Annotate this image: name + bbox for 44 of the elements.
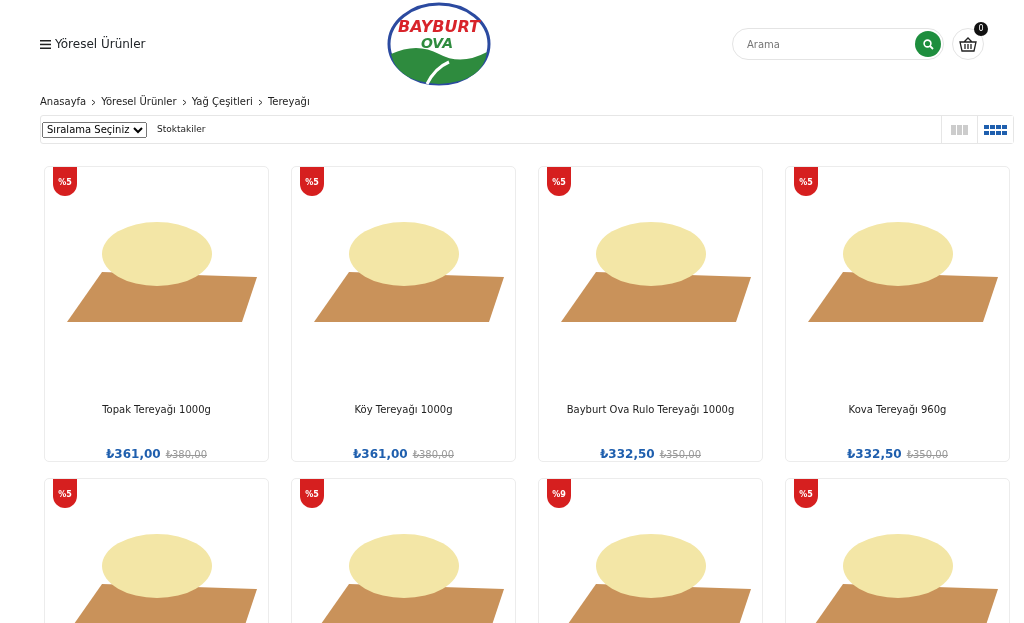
product-price: ₺361,00 <box>106 447 161 461</box>
discount-badge: %5 <box>547 167 571 196</box>
discount-badge: %5 <box>300 479 324 508</box>
menu-icon[interactable] <box>40 39 51 49</box>
discount-badge: %5 <box>794 167 818 196</box>
discount-badge: %9 <box>547 479 571 508</box>
logo[interactable]: BAYBURT OVA <box>386 2 491 86</box>
stock-filter-link[interactable]: Stoktakiler <box>157 122 206 137</box>
product-name[interactable]: Köy Tereyağı 1000g <box>292 402 515 417</box>
discount-badge: %5 <box>53 167 77 196</box>
product-card[interactable]: %5 Topak Tereyağı 1000g ₺361,00 ₺380,00 <box>44 166 269 462</box>
breadcrumb-link[interactable]: Yağ Çeşitleri <box>191 94 253 109</box>
three-column-icon <box>951 124 968 135</box>
search-field[interactable]: Arama <box>732 28 944 60</box>
old-price: ₺350,00 <box>659 449 701 460</box>
product-card[interactable]: %5 Kova Tereyağı 960g ₺332,50 ₺350,00 <box>785 166 1010 462</box>
four-column-icon <box>984 124 1007 135</box>
search-icon <box>922 38 934 50</box>
product-price: ₺332,50 <box>600 447 655 461</box>
product-card[interactable]: %5 Bayburt Ova Rulo Tereyağı 1000g ₺332,50 ₺350,00 <box>538 166 763 462</box>
product-card[interactable]: %9 <box>538 478 763 623</box>
product-name[interactable]: Kova Tereyağı 960g <box>786 402 1009 417</box>
breadcrumb-link[interactable]: Anasayfa <box>40 94 87 109</box>
four-column-view-button[interactable] <box>977 116 1013 143</box>
product-name[interactable]: Topak Tereyağı 1000g <box>45 402 268 417</box>
breadcrumb-current: Tereyağı <box>267 95 310 109</box>
sort-select[interactable]: Sıralama Seçiniz <box>42 121 147 138</box>
product-card[interactable]: %5 <box>44 478 269 623</box>
product-card[interactable]: %5 <box>291 478 516 623</box>
discount-badge: %5 <box>794 479 818 508</box>
product-price: ₺332,50 <box>847 447 902 461</box>
basket-icon <box>959 36 977 52</box>
product-price: ₺361,00 <box>353 447 408 461</box>
menu-link[interactable]: Yöresel Ürünler <box>55 35 146 53</box>
product-name[interactable]: Bayburt Ova Rulo Tereyağı 1000g <box>539 402 762 417</box>
cart-count: 0 <box>974 22 988 36</box>
product-card[interactable]: %5 <box>785 478 1010 623</box>
breadcrumb-link[interactable]: Yöresel Ürünler <box>101 94 177 109</box>
discount-badge: %5 <box>53 479 77 508</box>
product-card[interactable]: %5 Köy Tereyağı 1000g ₺361,00 ₺380,00 <box>291 166 516 462</box>
old-price: ₺350,00 <box>906 449 948 460</box>
old-price: ₺380,00 <box>165 449 207 460</box>
discount-badge: %5 <box>300 167 324 196</box>
old-price: ₺380,00 <box>412 449 454 460</box>
